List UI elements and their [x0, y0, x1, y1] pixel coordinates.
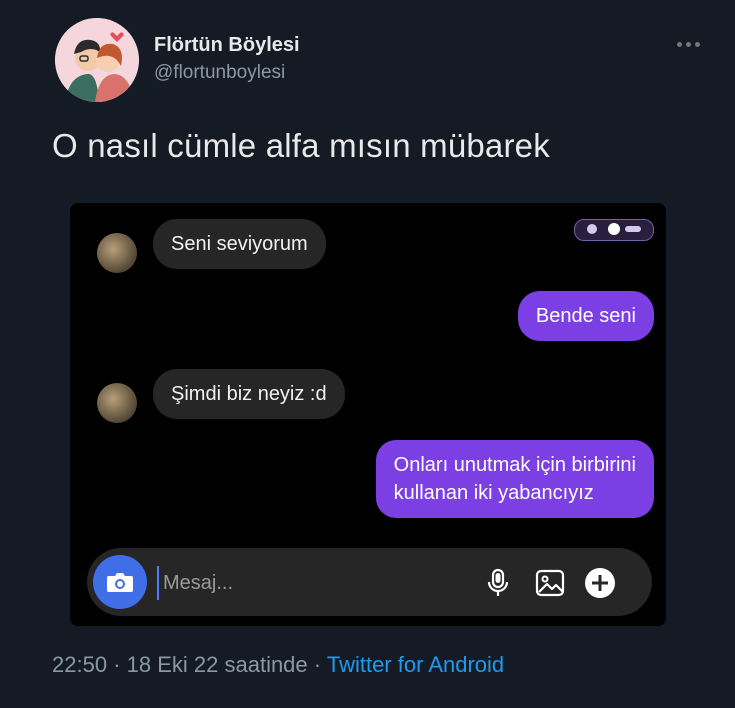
- author-name[interactable]: Flörtün Böylesi: [154, 34, 300, 57]
- contact-avatar: [97, 383, 137, 423]
- contact-avatar: [97, 233, 137, 273]
- message-input[interactable]: [157, 566, 465, 600]
- tweet-time[interactable]: 22:50: [52, 652, 107, 677]
- gallery-button[interactable]: [534, 567, 566, 599]
- message-line: Onları unutmak için birbirini: [393, 454, 636, 476]
- more-dot-icon: [677, 42, 682, 47]
- watermark-logo-icon: [587, 223, 641, 235]
- microphone-icon: [487, 568, 509, 596]
- tweet-date[interactable]: 18 Eki 22 saatinde: [127, 652, 308, 677]
- more-dot-icon: [695, 42, 700, 47]
- plus-circle-icon: [585, 568, 615, 598]
- tweet-source-link[interactable]: Twitter for Android: [327, 652, 504, 677]
- meta-separator: ·: [113, 652, 121, 677]
- meta-separator: ·: [313, 652, 322, 677]
- outgoing-message: Onları unutmak için birbirini kullanan i…: [375, 440, 654, 518]
- author-avatar[interactable]: [55, 18, 139, 102]
- tweet-text: O nasıl cümle alfa mısın mübarek: [52, 127, 550, 164]
- chat-screenshot[interactable]: Seni seviyorum Bende seni Şimdi biz neyi…: [70, 203, 666, 626]
- tweet-header: Flörtün Böylesi @flortunboylesi: [55, 18, 715, 104]
- message-composer: [87, 548, 652, 616]
- more-dot-icon: [686, 42, 691, 47]
- incoming-message: Şimdi biz neyiz :d: [153, 369, 345, 419]
- camera-icon: [107, 573, 133, 592]
- add-button[interactable]: [584, 567, 616, 599]
- outgoing-message: Bende seni: [517, 291, 654, 341]
- author-avatar-illustration: [55, 18, 139, 102]
- image-icon: [535, 569, 565, 597]
- tweet-meta: 22:50 · 18 Eki 22 saatinde · Twitter for…: [52, 652, 504, 678]
- microphone-button[interactable]: [482, 567, 514, 599]
- more-options-button[interactable]: [675, 34, 711, 56]
- camera-button[interactable]: [93, 555, 147, 609]
- watermark-logo: [574, 219, 654, 241]
- tweet-detail: Flörtün Böylesi @flortunboylesi O nasıl …: [0, 0, 735, 708]
- author-handle[interactable]: @flortunboylesi: [154, 62, 285, 84]
- message-line: kullanan iki yabancıyız: [393, 482, 594, 504]
- incoming-message: Seni seviyorum: [153, 219, 326, 269]
